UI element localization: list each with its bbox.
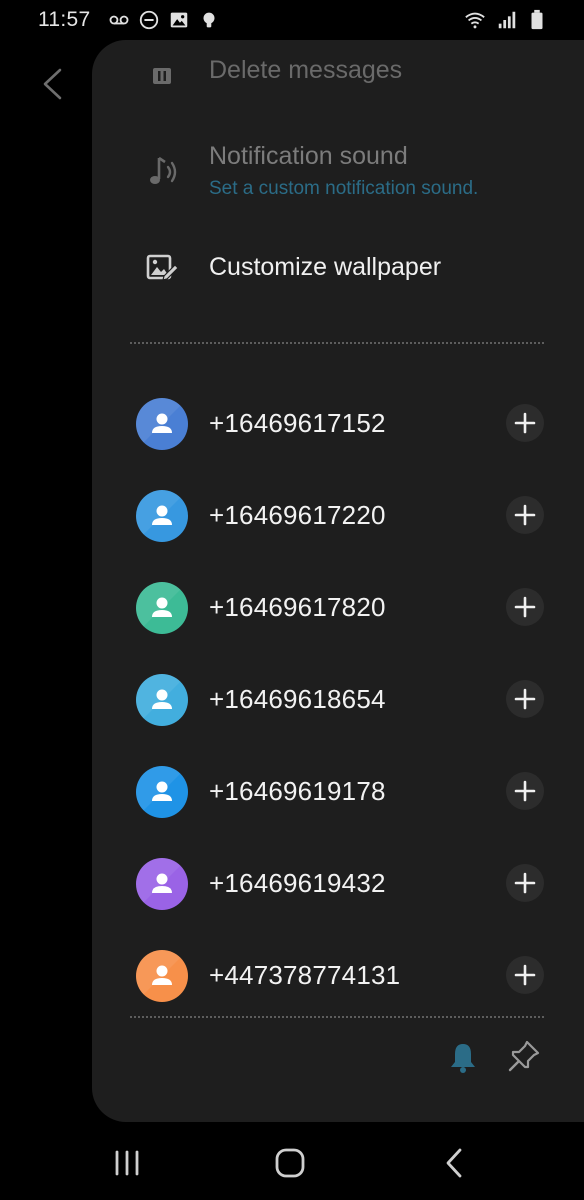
background-back-icon[interactable] [40,66,64,102]
contact-row[interactable]: +16469617820 [92,562,584,654]
pin-icon[interactable] [506,1038,542,1074]
plus-icon [514,504,536,526]
avatar [136,582,188,634]
plus-icon [514,688,536,710]
battery-icon [531,9,543,30]
add-contact-button[interactable] [506,956,544,994]
contact-row[interactable]: +16469617220 [92,470,584,562]
bottom-actions [92,1030,584,1080]
add-contact-button[interactable] [506,864,544,902]
contact-number: +16469619432 [209,868,386,898]
add-contact-button[interactable] [506,772,544,810]
contact-row[interactable]: +16469617152 [92,378,584,470]
plus-icon [514,412,536,434]
add-contact-button[interactable] [506,680,544,718]
menu-item-label: Delete messages [209,56,403,84]
do-not-disturb-icon [139,10,159,30]
contact-row[interactable]: +447378774131 [92,930,584,1022]
avatar [136,950,188,1002]
menu-item-label: Notification sound [209,142,408,170]
avatar [136,858,188,910]
image-icon [170,12,188,28]
wallpaper-icon [146,254,179,281]
add-contact-button[interactable] [506,588,544,626]
status-time: 11:57 [38,8,91,31]
avatar [136,490,188,542]
status-left-icons [108,9,220,31]
avatar [136,398,188,450]
contact-number: +16469619178 [209,776,386,806]
plus-icon [514,780,536,802]
voicemail-icon [109,15,129,25]
navigation-bar [0,1122,584,1200]
menu-item-customize-wallpaper[interactable]: Customize wallpaper [92,240,584,300]
plus-icon [514,964,536,986]
bulb-icon [203,12,215,28]
contact-row[interactable]: +16469618654 [92,654,584,746]
conversation-options-panel: Delete messages Notification sound Set a… [92,40,584,1122]
home-icon[interactable] [273,1146,307,1180]
back-icon[interactable] [438,1146,472,1180]
signal-icon [498,11,516,29]
contact-number: +447378774131 [209,960,401,990]
contact-row[interactable]: +16469619178 [92,746,584,838]
status-bar: 11:57 [0,0,584,40]
menu-item-sublabel: Set a custom notification sound. [209,178,479,199]
contact-row[interactable]: +16469619432 [92,838,584,930]
plus-icon [514,872,536,894]
add-contact-button[interactable] [506,404,544,442]
music-note-icon [150,156,177,184]
bell-icon[interactable] [446,1040,480,1074]
wifi-icon [465,12,485,29]
plus-icon [514,596,536,618]
menu-item-label: Customize wallpaper [209,253,442,281]
contact-number: +16469617220 [209,500,386,530]
contact-number: +16469617152 [209,408,386,438]
status-right-icons [462,9,548,31]
contact-number: +16469618654 [209,684,386,714]
section-divider [130,1016,544,1018]
menu-item-notification-sound[interactable]: Notification sound Set a custom notifica… [92,130,584,220]
recent-apps-icon[interactable] [110,1146,144,1180]
avatar [136,674,188,726]
contact-number: +16469617820 [209,592,386,622]
menu-item-delete-messages[interactable]: Delete messages [92,40,584,110]
section-divider [130,342,544,344]
trash-icon [153,68,171,84]
add-contact-button[interactable] [506,496,544,534]
avatar [136,766,188,818]
